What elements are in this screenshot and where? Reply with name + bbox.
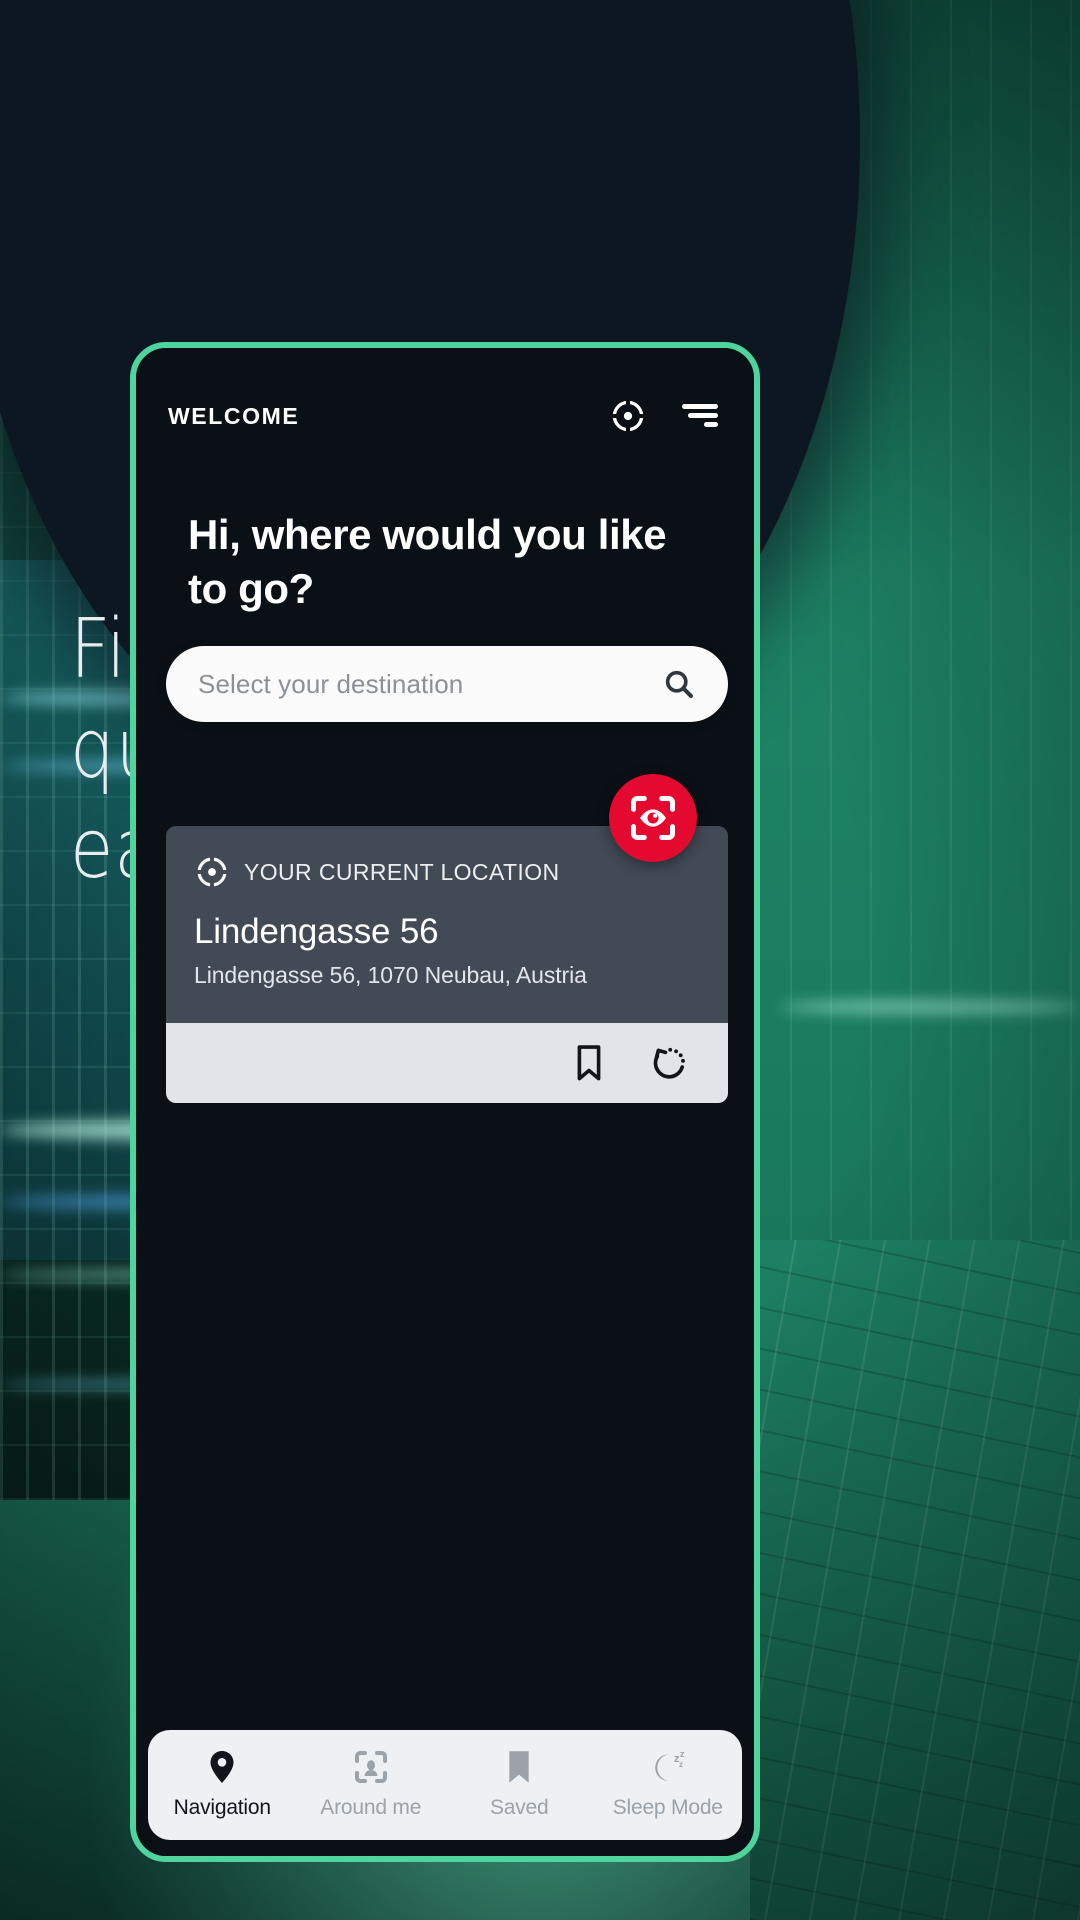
card-title: Lindengasse 56 xyxy=(194,912,439,951)
nav-icon-wrap: z z z xyxy=(648,1750,688,1784)
nav-label: Saved xyxy=(489,1796,549,1819)
bottom-navigation-bar: Navigation Around me Saved z z z Sleep M… xyxy=(148,1730,742,1840)
search-icon[interactable] xyxy=(662,667,696,701)
card-address: Lindengasse 56, 1070 Neubau, Austria xyxy=(194,962,587,988)
menu-button[interactable] xyxy=(678,394,722,438)
refresh-button[interactable] xyxy=(646,1040,692,1086)
svg-text:z: z xyxy=(680,1750,685,1759)
nav-item-around-me[interactable]: Around me xyxy=(297,1750,446,1820)
search-input[interactable]: Select your destination xyxy=(198,669,662,700)
crosshair-target-icon xyxy=(611,399,645,433)
bookmark-icon xyxy=(577,1045,601,1081)
nav-icon-wrap xyxy=(505,1750,533,1784)
nav-label: Sleep Mode xyxy=(612,1796,723,1819)
bookmark-button[interactable] xyxy=(566,1040,612,1086)
card-header: YOUR CURRENT LOCATION xyxy=(194,854,700,890)
nav-label: Around me xyxy=(320,1796,422,1819)
card-action-bar xyxy=(166,1023,728,1103)
svg-text:z: z xyxy=(679,1760,683,1769)
page-title: WELCOME xyxy=(168,402,300,429)
bookmark-icon xyxy=(509,1751,529,1783)
locate-me-button[interactable] xyxy=(606,394,650,438)
nav-label: Navigation xyxy=(173,1796,271,1819)
nav-item-navigation[interactable]: Navigation xyxy=(148,1750,297,1820)
nav-item-saved[interactable]: Saved xyxy=(445,1750,594,1820)
greeting-heading: Hi, where would you like to go? xyxy=(188,511,667,612)
current-location-card[interactable]: YOUR CURRENT LOCATION Lindengasse 56 Lin… xyxy=(166,826,728,1103)
phone-screen: WELCOME Hi, where would you like to go? xyxy=(136,348,754,1856)
phone-mockup: WELCOME Hi, where would you like to go? xyxy=(130,342,760,1862)
hamburger-menu-icon xyxy=(682,404,718,427)
nav-icon-wrap xyxy=(207,1750,237,1784)
crosshair-target-icon xyxy=(196,856,228,888)
refresh-icon xyxy=(653,1047,685,1079)
nav-item-sleep-mode[interactable]: z z z Sleep Mode xyxy=(594,1750,743,1820)
search-bar[interactable]: Select your destination xyxy=(166,646,728,722)
card-label: YOUR CURRENT LOCATION xyxy=(244,858,560,885)
app-header: WELCOME xyxy=(136,388,754,444)
person-scan-icon xyxy=(354,1751,387,1783)
moon-zzz-icon: z z z xyxy=(654,1750,685,1781)
ar-view-button[interactable] xyxy=(609,774,697,862)
map-pin-icon xyxy=(210,1751,234,1783)
eye-scan-icon xyxy=(631,796,675,840)
nav-icon-wrap xyxy=(354,1750,388,1784)
